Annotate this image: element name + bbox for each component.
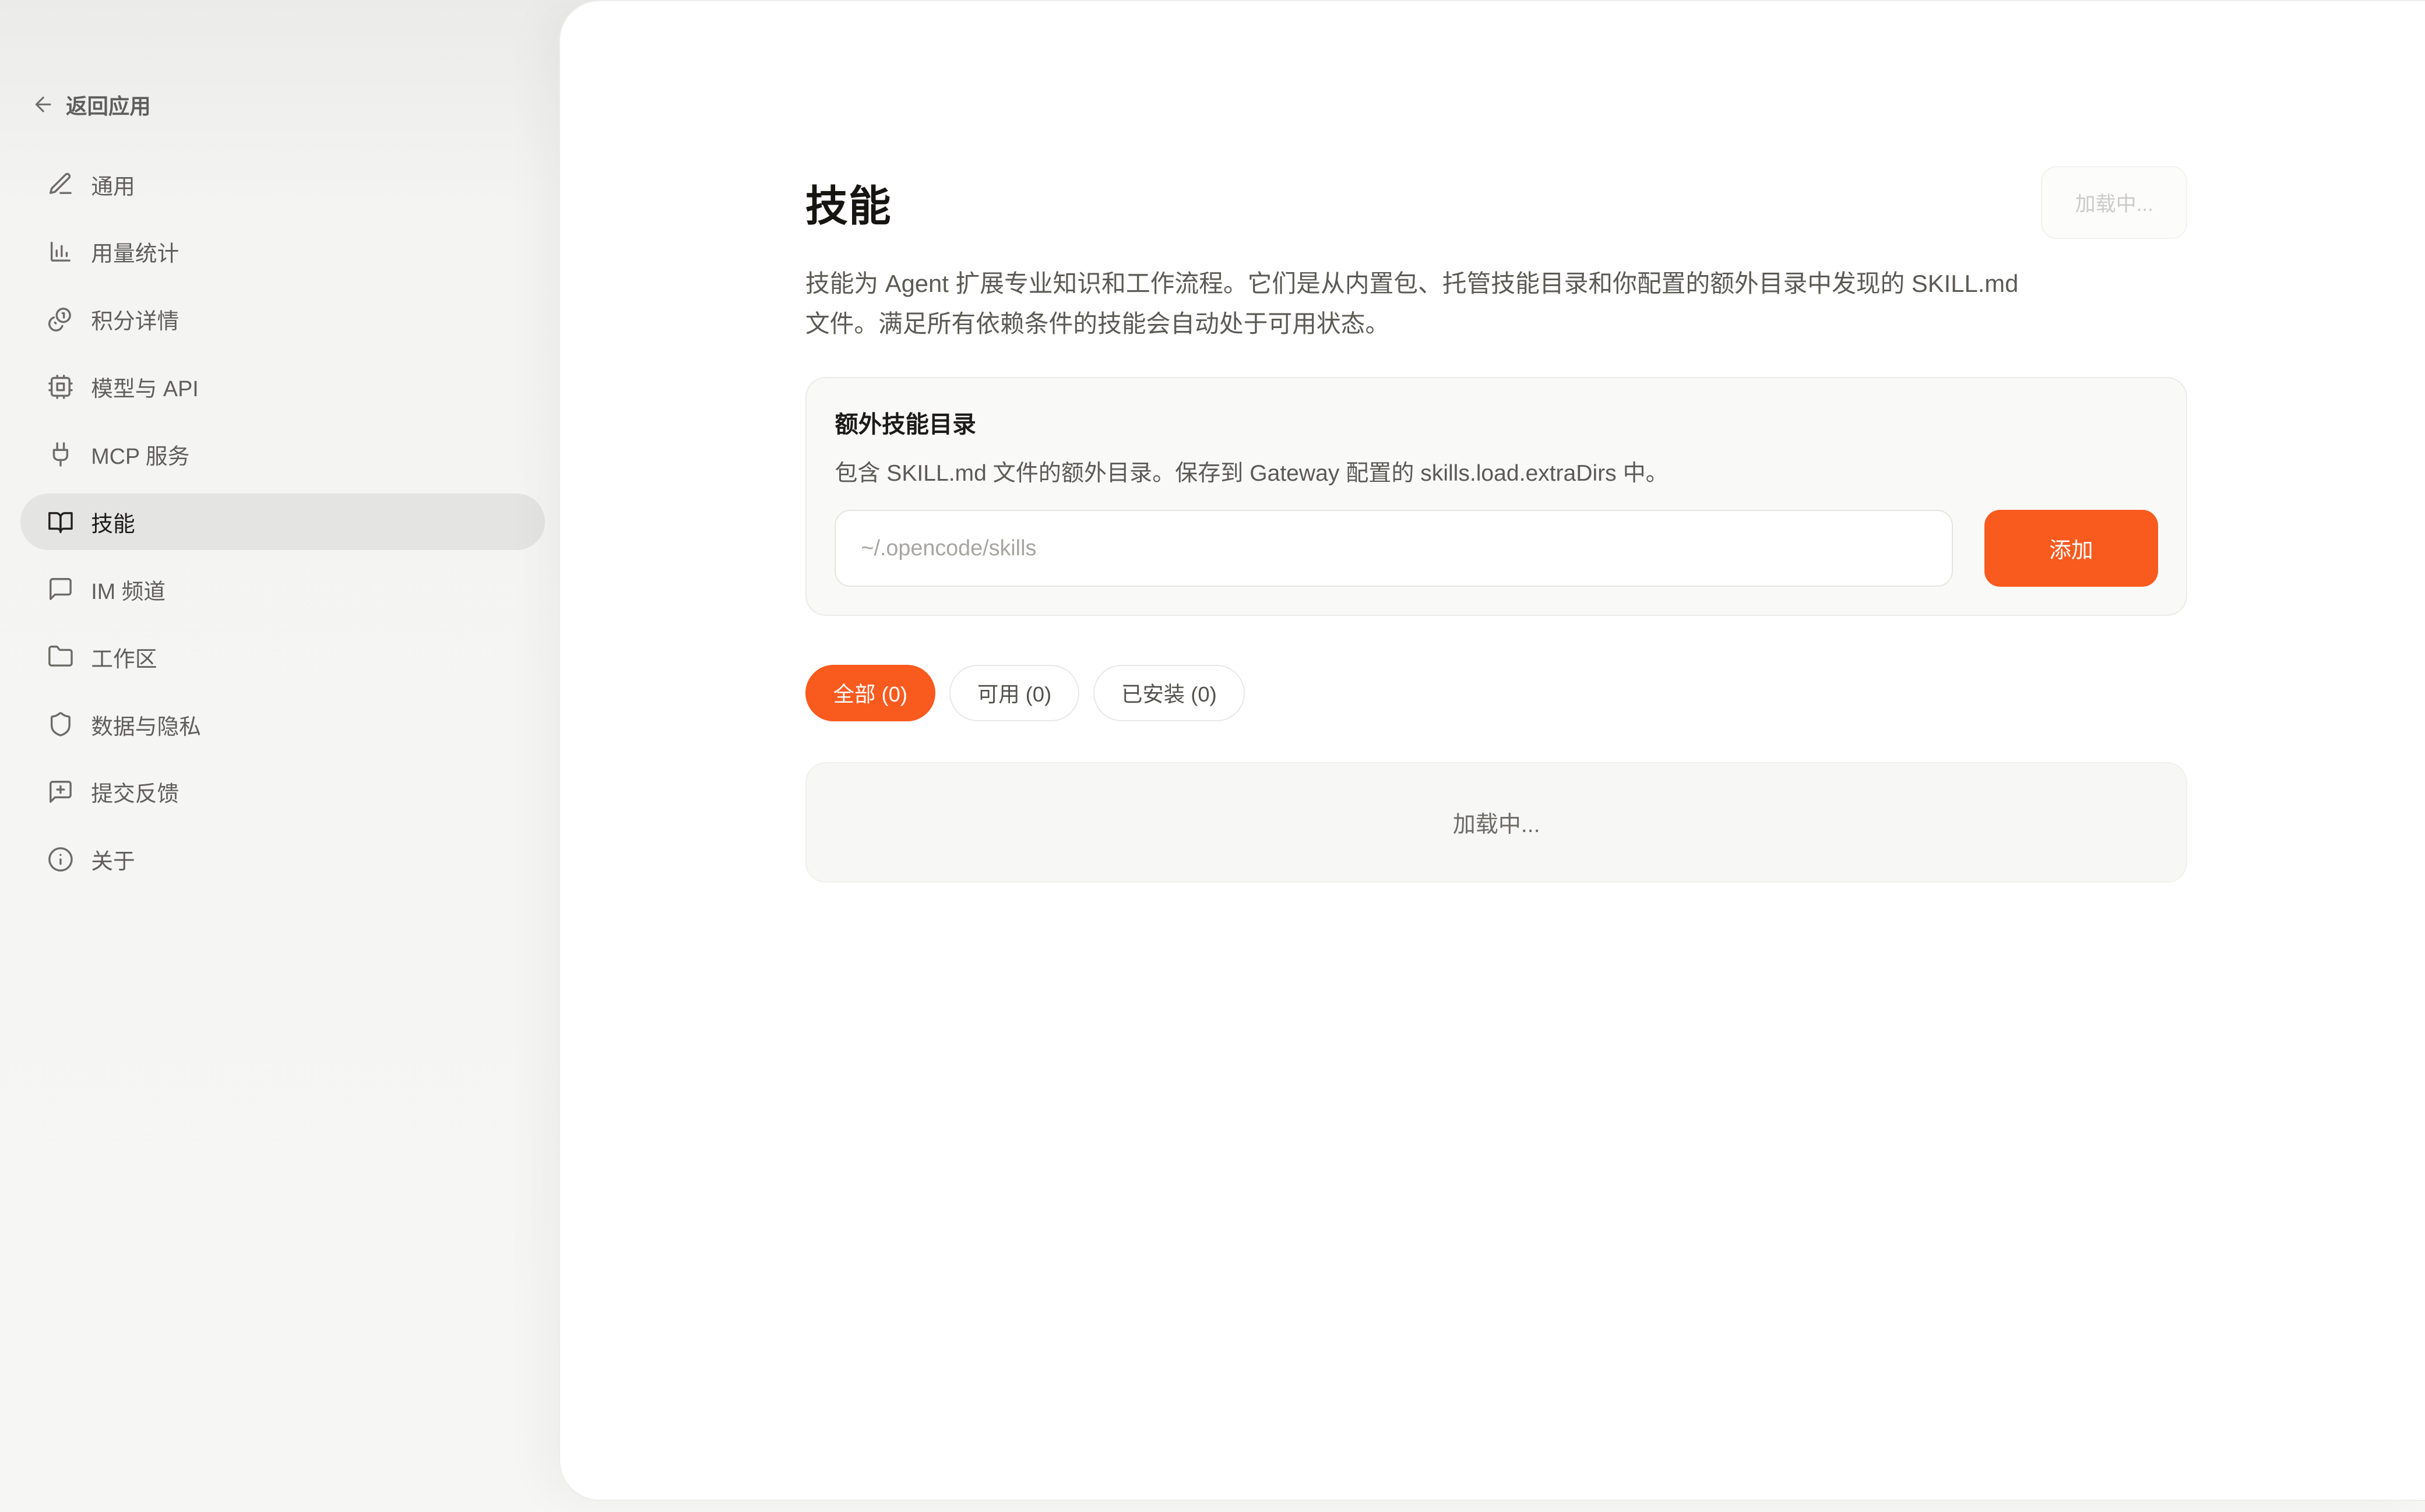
message-square-plus-icon [47,778,74,805]
sidebar-item-credits[interactable]: 积分详情 [20,291,545,347]
sidebar-item-usage-stats[interactable]: 用量统计 [20,223,545,280]
sidebar-item-feedback[interactable]: 提交反馈 [20,763,545,820]
loading-text: 加载中... [1453,806,1540,839]
filter-installed[interactable]: 已安装 (0) [1093,665,1244,721]
page-title: 技能 [805,172,892,233]
page-description: 技能为 Agent 扩展专业知识和工作流程。它们是从内置包、托管技能目录和你配置… [805,264,2028,344]
cpu-icon [47,373,74,400]
loading-button[interactable]: 加载中... [2041,166,2187,239]
info-icon [47,846,74,873]
sidebar-item-label: 模型与 API [91,371,198,403]
sidebar-item-im-channels[interactable]: IM 频道 [20,561,545,618]
filter-all[interactable]: 全部 (0) [805,665,935,721]
card-title: 额外技能目录 [835,405,2158,439]
sidebar-item-label: 积分详情 [91,303,179,335]
sidebar-item-label: 提交反馈 [91,776,179,808]
sidebar-item-data-privacy[interactable]: 数据与隐私 [20,696,545,753]
shield-icon [47,711,74,738]
arrow-left-icon [31,93,55,116]
directory-input[interactable] [835,510,1953,587]
sidebar: 返回应用 通用 用量统计 积分详情 模型与 API MCP 服务 [0,0,559,1512]
extra-skill-dirs-card: 额外技能目录 包含 SKILL.md 文件的额外目录。保存到 Gateway 配… [805,377,2188,616]
sidebar-item-label: 通用 [91,168,135,200]
pencil-line-icon [47,171,74,198]
sidebar-item-about[interactable]: 关于 [20,831,545,887]
settings-window: 返回应用 通用 用量统计 积分详情 模型与 API MCP 服务 [0,0,2425,1512]
main-panel: 技能 加载中... 技能为 Agent 扩展专业知识和工作流程。它们是从内置包、… [559,0,2425,1501]
title-row: 技能 加载中... [805,166,2188,239]
sidebar-item-skills[interactable]: 技能 [20,494,545,550]
filter-available[interactable]: 可用 (0) [949,665,1079,721]
sidebar-nav: 通用 用量统计 积分详情 模型与 API MCP 服务 技能 [0,156,559,888]
add-button[interactable]: 添加 [1984,510,2158,587]
sidebar-item-label: 工作区 [91,641,157,673]
sidebar-item-label: 用量统计 [91,235,179,267]
back-to-app-button[interactable]: 返回应用 [31,90,559,120]
sidebar-item-label: IM 频道 [91,573,166,605]
sidebar-item-label: 关于 [91,843,135,875]
directory-input-row: 添加 [835,510,2158,587]
plug-icon [47,441,74,468]
skills-list-loading-panel: 加载中... [805,762,2188,883]
filter-pills: 全部 (0) 可用 (0) 已安装 (0) [805,665,2188,721]
sidebar-item-mcp[interactable]: MCP 服务 [20,426,545,482]
sidebar-item-general[interactable]: 通用 [20,156,545,213]
chart-column-icon [47,238,74,265]
coins-icon [47,306,74,333]
sidebar-item-label: 数据与隐私 [91,709,201,741]
folder-icon [47,643,74,670]
back-to-app-label: 返回应用 [66,90,151,120]
message-square-icon [47,576,74,602]
sidebar-item-models-api[interactable]: 模型与 API [20,358,545,415]
skills-page: 技能 加载中... 技能为 Agent 扩展专业知识和工作流程。它们是从内置包、… [805,166,2188,883]
book-open-icon [47,509,74,535]
sidebar-item-workspace[interactable]: 工作区 [20,629,545,685]
sidebar-item-label: MCP 服务 [91,438,189,470]
sidebar-item-label: 技能 [91,506,135,538]
card-description: 包含 SKILL.md 文件的额外目录。保存到 Gateway 配置的 skil… [835,455,2158,488]
